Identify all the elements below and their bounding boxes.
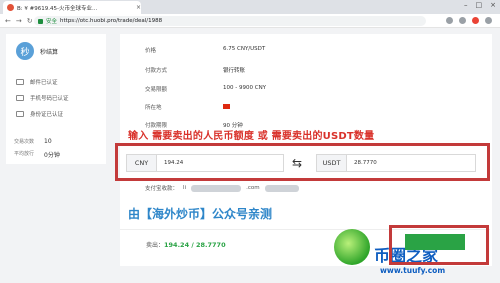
email-verified: 邮件已认证 bbox=[16, 78, 58, 86]
secure-label: 安全 bbox=[46, 19, 58, 25]
avg-release: 平均放行 0分钟 bbox=[14, 150, 60, 159]
merchant-name[interactable]: 秒结算 bbox=[40, 47, 58, 56]
adblock-icon[interactable] bbox=[472, 17, 479, 24]
usdt-amount-input[interactable]: USDT 28.7770 bbox=[316, 154, 476, 172]
mail-icon bbox=[16, 79, 24, 85]
tab-title: B: ¥ #9619.45-火币全球专业... bbox=[17, 5, 98, 12]
id-card-icon bbox=[16, 111, 24, 117]
extension-icon[interactable] bbox=[459, 17, 466, 24]
menu-icon[interactable] bbox=[485, 17, 492, 24]
annotation-source: 由【海外炒币】公众号亲测 bbox=[128, 207, 273, 221]
location-label: 所在地 bbox=[145, 105, 162, 111]
cny-value: 194.24 bbox=[164, 160, 184, 166]
payment-method-label: 付款方式 bbox=[145, 68, 168, 74]
redacted-blur bbox=[264, 184, 299, 192]
sell-label: 卖出： bbox=[146, 242, 165, 249]
phone-verified: 手机号码已认证 bbox=[16, 94, 69, 102]
cny-amount-input[interactable]: CNY 194.24 bbox=[126, 154, 284, 172]
price-label: 价格 bbox=[145, 48, 157, 54]
trade-count: 交易次数 10 bbox=[14, 138, 52, 145]
merchant-sidebar: 秒 秒结算 邮件已认证 手机号码已认证 身份证已认证 交易次数 10 平均放行 … bbox=[6, 34, 106, 164]
minimize-icon[interactable]: – bbox=[464, 1, 468, 9]
cny-unit: CNY bbox=[127, 155, 157, 171]
browser-tab[interactable]: B: ¥ #9619.45-火币全球专业... × bbox=[3, 1, 141, 14]
reload-icon[interactable]: ↻ bbox=[27, 17, 33, 25]
payment-method-value: 银行转账 bbox=[223, 68, 246, 74]
redacted-blur bbox=[191, 184, 242, 192]
china-flag-icon bbox=[223, 104, 230, 111]
account-domain: .com bbox=[246, 185, 260, 191]
verification-label: 身份证已认证 bbox=[30, 112, 64, 118]
back-icon[interactable]: ← bbox=[5, 17, 11, 25]
swap-icon[interactable]: ⇆ bbox=[292, 156, 302, 170]
watermark-url: www.tuufy.com bbox=[380, 266, 446, 275]
price-value: 6.75 CNY/USDT bbox=[223, 46, 266, 52]
avatar: 秒 bbox=[16, 42, 34, 60]
alipay-account: 支付宝收款： li .com bbox=[145, 184, 299, 192]
address-bar: ← → ↻ 安全 https://otc.huobi.pro/trade/dea… bbox=[0, 14, 500, 28]
coin-logo-icon bbox=[334, 229, 370, 265]
phone-icon bbox=[16, 95, 24, 101]
stat-value: 10 bbox=[44, 138, 52, 145]
favicon-icon bbox=[7, 4, 14, 11]
usdt-unit: USDT bbox=[317, 155, 347, 171]
verification-label: 手机号码已认证 bbox=[30, 96, 69, 102]
stat-label: 平均放行 bbox=[14, 151, 35, 157]
stat-value: 0分钟 bbox=[44, 152, 60, 159]
close-icon[interactable]: × bbox=[136, 4, 141, 11]
stat-label: 交易次数 bbox=[14, 139, 35, 145]
sell-value: 194.24 / 28.7770 bbox=[164, 241, 226, 249]
url-text: https://otc.huobi.pro/trade/deal/1988 bbox=[60, 18, 163, 24]
sell-summary: 卖出：194.24 / 28.7770 bbox=[146, 240, 226, 249]
id-verified: 身份证已认证 bbox=[16, 110, 63, 118]
verification-label: 邮件已认证 bbox=[30, 80, 58, 86]
limit-value: 100 - 9900 CNY bbox=[223, 85, 267, 91]
limit-label: 交易限额 bbox=[145, 87, 168, 93]
sell-confirm-button[interactable] bbox=[405, 234, 465, 250]
usdt-value: 28.7770 bbox=[354, 160, 377, 166]
toolbar-icons bbox=[446, 17, 492, 24]
account-prefix: li bbox=[183, 185, 187, 191]
url-input[interactable]: 安全 https://otc.huobi.pro/trade/deal/1988 bbox=[34, 16, 426, 26]
annotation-instruction: 输入 需要卖出的人民币额度 或 需要卖出的USDT数量 bbox=[128, 131, 375, 142]
lock-icon bbox=[38, 18, 43, 24]
maximize-icon[interactable]: □ bbox=[476, 1, 483, 9]
forward-icon[interactable]: → bbox=[16, 17, 22, 25]
bookmark-icon[interactable] bbox=[446, 17, 453, 24]
alipay-label: 支付宝收款： bbox=[145, 186, 179, 192]
window-controls: – □ × bbox=[464, 1, 496, 9]
browser-tabbar: B: ¥ #9619.45-火币全球专业... × – □ × bbox=[0, 0, 500, 14]
close-window-icon[interactable]: × bbox=[490, 1, 496, 9]
